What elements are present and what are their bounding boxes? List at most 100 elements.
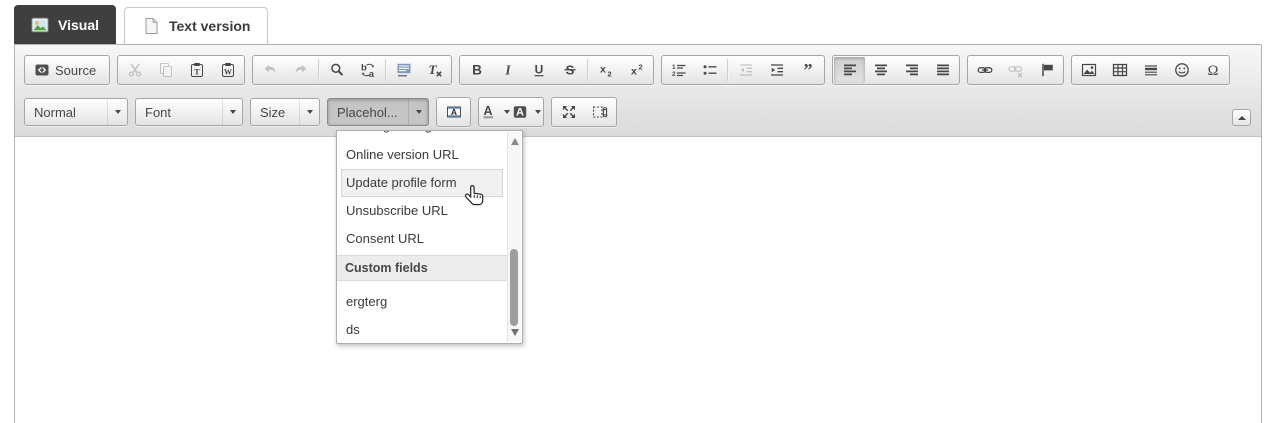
bold-button[interactable]: B [461,57,492,83]
paragraph-format-combo-open-button[interactable] [107,99,127,125]
image-icon [1081,62,1097,78]
anchor-icon [1039,62,1055,78]
size-combo[interactable]: Size [250,98,320,126]
editor-tools-group [551,97,617,127]
paragraph-format-combo[interactable]: Normal [24,98,128,126]
doctools-group: Source [24,55,110,85]
align-right-button[interactable] [896,57,927,83]
replace-icon: ba [360,62,376,78]
remove-format-button[interactable]: T [419,57,450,83]
tab-text-version-label: Text version [169,18,250,34]
menu-item-consent-url[interactable]: Consent URL [341,225,503,253]
collapse-toolbar-button[interactable] [1232,109,1251,126]
unlink-icon [1008,62,1024,78]
paragraph-format-combo-value: Normal [25,105,107,120]
anchor-button[interactable] [1031,57,1062,83]
blockquote-icon: ” [800,62,816,78]
decrease-indent-button [730,57,761,83]
svg-text:T: T [428,62,437,77]
justify-button[interactable] [927,57,958,83]
menu-item-online-version-url[interactable]: Online version URL [341,141,503,169]
smiley-icon [1174,62,1190,78]
paste-as-text-button[interactable]: T [181,57,212,83]
placeholder-combo[interactable]: Placehol... [327,98,429,126]
undo-button [254,57,285,83]
toolbar-separator [318,59,319,81]
bulleted-list-button[interactable] [694,57,725,83]
find-button[interactable] [321,57,352,83]
tab-visual[interactable]: Visual [14,5,116,44]
placeholder-combo-open-button[interactable] [408,99,428,125]
scroll-down-button[interactable] [508,325,521,340]
cut-button [119,57,150,83]
unlink-button [1000,57,1031,83]
placeholder-insert-group: A [436,97,471,127]
strikethrough-button[interactable]: S [554,57,585,83]
horizontal-rule-icon [1143,62,1159,78]
cut-icon [127,62,143,78]
numbered-list-icon: 12 [671,62,687,78]
menu-item-ergterg[interactable]: ergterg [341,288,503,316]
link-button[interactable] [969,57,1000,83]
superscript-button[interactable]: x2 [621,57,652,83]
editor-tab-bar: Visual Text version [14,5,1262,44]
paragraph-group: 12 ” [661,55,825,85]
chevron-down-icon [307,110,313,114]
select-all-button[interactable] [388,57,419,83]
undo-icon [262,62,278,78]
menu-item-unsubscribe-url[interactable]: Unsubscribe URL [341,197,503,225]
horizontal-rule-button[interactable] [1135,57,1166,83]
bold-icon: B [469,62,485,78]
source-button[interactable]: Source [26,57,108,83]
basicstyles-group: B IUSx2x2 [459,55,654,85]
increase-indent-button[interactable] [761,57,792,83]
image-button[interactable] [1073,57,1104,83]
font-combo[interactable]: Font [135,98,243,126]
insert-placeholder-button[interactable]: A [438,99,469,125]
menu-item-ds[interactable]: ds [341,316,503,343]
special-character-button[interactable]: Ω [1197,57,1228,83]
tab-text-version[interactable]: Text version [124,7,268,44]
font-combo-open-button[interactable] [222,99,242,125]
svg-text:b: b [361,63,367,74]
image-icon [31,16,49,34]
svg-text:Ω: Ω [1207,63,1218,78]
smiley-button[interactable] [1166,57,1197,83]
scrollbar-thumb[interactable] [510,249,518,326]
clipped-menu-item: g g [337,131,508,141]
maximize-button[interactable] [553,99,584,125]
size-combo-value: Size [251,105,299,120]
collapse-arrow-icon [1238,116,1246,120]
dropdown-scrollbar[interactable] [507,132,521,342]
subscript-button[interactable]: x2 [590,57,621,83]
replace-button[interactable]: ba [352,57,383,83]
placeholder-icon: A [446,104,462,120]
text-color-icon: A [481,104,497,120]
link-icon [977,62,993,78]
paste-from-word-button[interactable]: W [212,57,243,83]
scroll-down-arrow-icon [511,329,519,336]
italic-button[interactable]: I [492,57,523,83]
align-left-button[interactable] [834,57,865,83]
editor-content-area[interactable] [15,176,1261,423]
placeholder-menu-list: g gOnline version URLUpdate profile form… [337,131,508,343]
redo-icon [293,62,309,78]
background-color-button[interactable]: A [511,99,542,125]
table-button[interactable] [1104,57,1135,83]
size-combo-open-button[interactable] [299,99,319,125]
clipboard-group: TW [117,55,245,85]
toolbar-row-2: NormalFontSizePlacehol...AAA [24,97,1221,127]
blockquote-button[interactable]: ” [792,57,823,83]
show-blocks-button[interactable] [584,99,615,125]
numbered-list-button[interactable]: 12 [663,57,694,83]
svg-text:x: x [631,66,637,78]
page: { "tabs": [ {"name": "tab-visual", "labe… [0,0,1276,423]
scroll-up-button[interactable] [508,134,521,149]
italic-icon: I [500,62,516,78]
svg-text:B: B [472,63,482,78]
align-center-button[interactable] [865,57,896,83]
text-color-button[interactable]: A [480,99,511,125]
underline-button[interactable]: U [523,57,554,83]
align-group [832,55,960,85]
menu-item-update-profile-form[interactable]: Update profile form [341,169,503,197]
